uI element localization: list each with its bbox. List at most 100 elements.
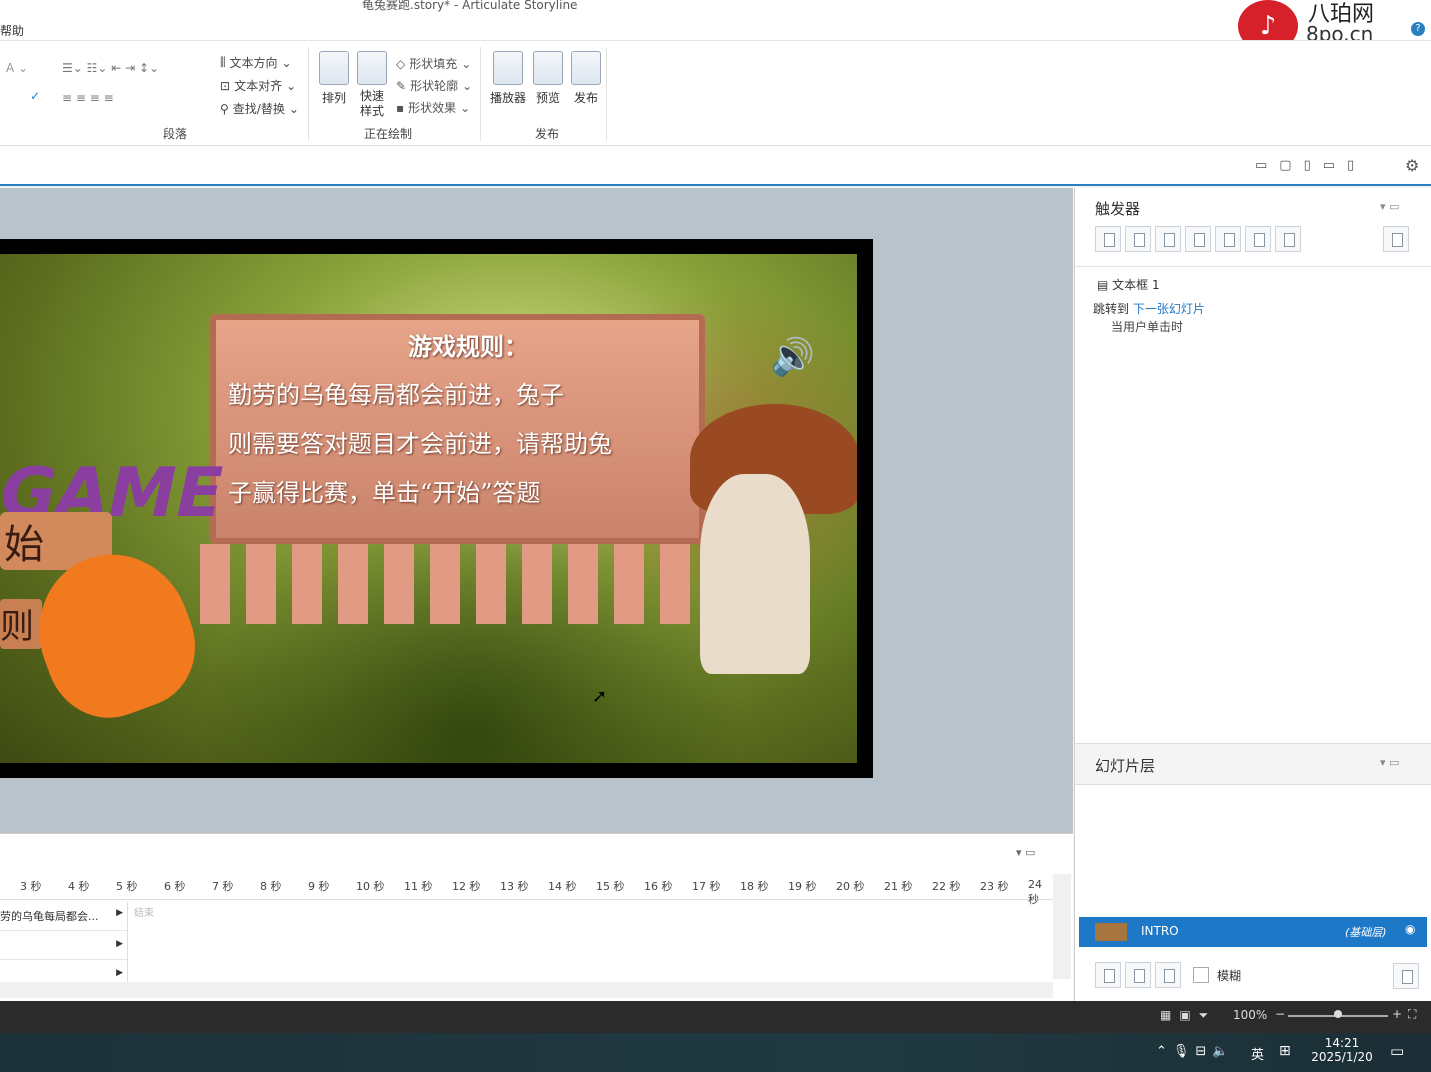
horizontal-scrollbar[interactable]: [0, 982, 1053, 998]
bullets-icon[interactable]: ☰⌄ ☷⌄ ⇤ ⇥ ↕⌄: [62, 61, 159, 75]
copy-icon[interactable]: [1155, 226, 1181, 252]
clock-time: 14:21: [1324, 1036, 1360, 1050]
rules-line: 则需要答对题目才会前进，请帮助兔: [228, 430, 612, 458]
timeline-tick-label: 11 秒: [404, 880, 433, 893]
paste-icon[interactable]: [1185, 226, 1211, 252]
find-replace-button[interactable]: ⚲ 查找/替换 ⌄: [220, 100, 299, 117]
edit-trigger-icon[interactable]: [1125, 226, 1151, 252]
timeline-tick-label: 18 秒: [740, 880, 769, 893]
shape-effects-button[interactable]: ▪ 形状效果 ⌄: [396, 99, 470, 116]
timeline-tick-label: 5 秒: [116, 880, 138, 893]
rules-sign[interactable]: 则: [0, 599, 42, 649]
layer-settings-icon[interactable]: [1393, 963, 1423, 992]
quick-styles-button[interactable]: 快速 样式: [352, 51, 392, 119]
panel-options-icon[interactable]: ▾ ▭: [1380, 756, 1399, 769]
device-icons[interactable]: ▭▢▯▭▯: [1255, 158, 1366, 173]
arrange-icon: [319, 51, 349, 85]
expand-icon[interactable]: ▶: [116, 908, 123, 918]
layer-tag: (基础层): [1345, 926, 1387, 939]
move-down-icon[interactable]: [1275, 226, 1301, 252]
trigger-object[interactable]: ▤ 文本框 1: [1097, 276, 1160, 293]
zoom-in-icon[interactable]: +: [1392, 1007, 1402, 1021]
trigger-target-link[interactable]: 下一张幻灯片: [1133, 302, 1205, 316]
fill-icon: ◇: [396, 56, 406, 71]
trigger-action[interactable]: 跳转到 下一张幻灯片: [1093, 300, 1205, 317]
quick-styles-icon: [357, 51, 387, 85]
blur-label: 模糊: [1217, 968, 1242, 983]
timeline-tick-label: 3 秒: [20, 880, 42, 893]
trigger-condition: 当用户单击时: [1111, 320, 1184, 334]
layer-name: INTRO: [1141, 924, 1179, 938]
vertical-scrollbar[interactable]: [1053, 874, 1071, 979]
timeline-tick-label: 7 秒: [212, 880, 234, 893]
title-bar: 龟兔赛跑.story* - Articulate Storyline: [0, 0, 1431, 20]
divider: [308, 47, 309, 141]
text-align-button[interactable]: ⊡ 文本对齐 ⌄: [220, 77, 296, 94]
panel-options-icon[interactable]: ▾ ▭: [1380, 200, 1399, 213]
new-trigger-icon[interactable]: [1095, 226, 1121, 252]
clock[interactable]: 14:21 2025/1/20: [1311, 1036, 1373, 1064]
timeline-ruler: 3 秒 4 秒 5 秒 6 秒 7 秒 8 秒 9 秒 10 秒 11 秒 12 秒 13 秒 14 …: [0, 874, 1053, 906]
zoom-level: 100%: [1233, 1008, 1268, 1022]
expand-icon[interactable]: ▶: [116, 968, 123, 978]
timeline-tick-label: 12 秒: [452, 880, 481, 893]
shape-fill-button[interactable]: ◇ 形状填充 ⌄: [396, 55, 471, 72]
rules-title: 游戏规则：: [408, 332, 528, 361]
font-size-icon[interactable]: A ⌄: [6, 61, 28, 75]
help-icon[interactable]: ?: [1411, 22, 1425, 36]
cursor-icon: ➚: [592, 686, 608, 707]
delete-layer-icon[interactable]: [1155, 962, 1181, 988]
move-up-icon[interactable]: [1245, 226, 1271, 252]
fit-icon[interactable]: ⛶: [1408, 1007, 1416, 1022]
input-method-icon[interactable]: ⊞: [1279, 1043, 1291, 1059]
new-layer-icon[interactable]: [1095, 962, 1121, 988]
shape-outline-button[interactable]: ✎ 形状轮廓 ⌄: [396, 77, 472, 94]
ribbon-tabs: 帮助: [0, 20, 1431, 40]
spellcheck-icon[interactable]: ✓: [30, 89, 40, 103]
timeline-row[interactable]: 劳的乌龟每局都会... ▶: [0, 902, 127, 931]
variables-icon[interactable]: [1383, 226, 1413, 255]
preview-icon: [533, 51, 563, 85]
notification-icon[interactable]: ▭: [1390, 1042, 1404, 1060]
timeline-tick-label: 6 秒: [164, 880, 186, 893]
text-direction-button[interactable]: ⫼ 文本方向 ⌄: [220, 54, 292, 71]
timeline-tick-label: 9 秒: [308, 880, 330, 893]
tray-icons[interactable]: ⌃🎙⊟🔈: [1156, 1044, 1234, 1059]
timeline-tick-label: 13 秒: [500, 880, 529, 893]
textbox-icon: ▤: [1097, 278, 1113, 292]
speaker-icon[interactable]: 🔊: [770, 336, 815, 378]
zoom-slider-thumb[interactable]: [1334, 1010, 1342, 1018]
status-bar: ▦▣⏷ 100% − + ⛶: [0, 1001, 1431, 1033]
ime-indicator[interactable]: 英: [1251, 1044, 1264, 1063]
base-layer-row[interactable]: INTRO (基础层) ◉: [1079, 917, 1427, 947]
collapse-icon[interactable]: ▾ ▭: [1016, 846, 1035, 859]
taskbar: ⌃🎙⊟🔈 英 ⊞ 14:21 2025/1/20 ▭: [0, 1033, 1431, 1072]
timeline-tick-label: 23 秒: [980, 880, 1009, 893]
timeline-tick-label: 10 秒: [356, 880, 385, 893]
ribbon: A ⌄ ✓ ☰⌄ ☷⌄ ⇤ ⇥ ↕⌄ ≡ ≡ ≡ ≡ ⫼ 文本方向 ⌄ ⊡ 文本对齐…: [0, 40, 1431, 146]
expand-icon[interactable]: ▶: [116, 939, 123, 949]
text-direction-icon: ⫼: [220, 55, 226, 69]
preview-button[interactable]: 预览: [528, 51, 568, 106]
slide-canvas[interactable]: 游戏规则： 勤劳的乌龟每局都会前进，兔子 则需要答对题目才会前进，请帮助兔 子赢…: [0, 254, 857, 763]
align-icons[interactable]: ≡ ≡ ≡ ≡: [62, 91, 114, 105]
eye-icon[interactable]: ◉: [1405, 922, 1415, 936]
player-button[interactable]: 播放器: [488, 51, 528, 106]
window-title: 龟兔赛跑.story* - Articulate Storyline: [362, 0, 578, 12]
timeline-tick-label: 15 秒: [596, 880, 625, 893]
view-mode-icons[interactable]: ▦▣⏷: [1160, 1008, 1216, 1023]
arrange-button[interactable]: 排列: [314, 51, 354, 106]
tab-help[interactable]: 帮助: [0, 22, 24, 39]
duplicate-layer-icon[interactable]: [1125, 962, 1151, 988]
timeline-tick-label: 22 秒: [932, 880, 961, 893]
zoom-out-icon[interactable]: −: [1275, 1007, 1285, 1021]
blur-checkbox[interactable]: [1193, 967, 1209, 983]
device-view-bar: ▭▢▯▭▯ ⚙: [0, 146, 1431, 186]
player-icon: [493, 51, 523, 85]
delete-icon[interactable]: [1215, 226, 1241, 252]
gear-icon[interactable]: ⚙: [1405, 156, 1419, 175]
timeline-row[interactable]: ▶: [0, 931, 127, 960]
rules-text-box[interactable]: 游戏规则： 勤劳的乌龟每局都会前进，兔子 则需要答对题目才会前进，请帮助兔 子赢…: [228, 322, 708, 518]
publish-button[interactable]: 发布: [566, 51, 606, 106]
layer-thumbnail: [1095, 923, 1127, 941]
